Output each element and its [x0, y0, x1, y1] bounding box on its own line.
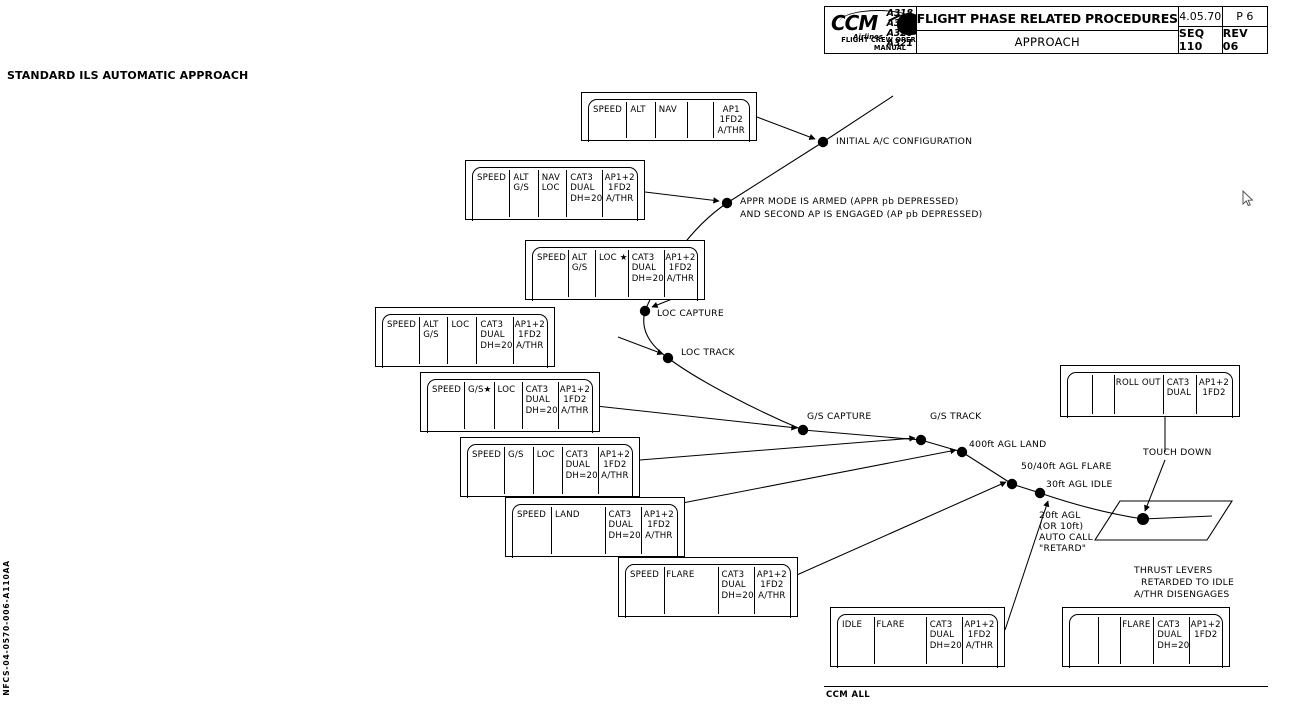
- annotation-flare-altitude: 50/40ft AGL FLARE: [1021, 461, 1112, 472]
- fma-box-gs-capture: SPEED G/S★ LOC CAT3 DUAL DH=20 AP1+2 1FD…: [420, 372, 600, 433]
- header-seq: SEQ 110: [1178, 27, 1205, 53]
- header-title-block: FLIGHT PHASE RELATED PROCEDURES APPROACH: [916, 7, 1178, 53]
- header-page-column: P 6 REV 06: [1221, 7, 1268, 53]
- fma-box-touchdown-flare: FLARE CAT3 DUAL DH=20 AP1+2 1FD2: [1062, 607, 1230, 668]
- header-subtitle: APPROACH: [1014, 35, 1080, 49]
- annotation-appr-armed-line2: AND SECOND AP IS ENGAGED (AP pb DEPRESSE…: [740, 209, 983, 220]
- fma-box-idle-flare: IDLE FLARE CAT3 DUAL DH=20 AP1+2 1FD2 A/…: [830, 607, 1005, 668]
- header-title: FLIGHT PHASE RELATED PROCEDURES: [916, 7, 1178, 31]
- annotation-retard-line1: 20ft AGL: [1039, 510, 1081, 521]
- logo-manual-text: FLIGHT CREW OPERATING MANUAL: [841, 36, 916, 52]
- mouse-cursor-icon: [1242, 190, 1254, 207]
- annotation-gs-track: G/S TRACK: [930, 411, 982, 422]
- footer-label: CCM ALL: [826, 690, 871, 700]
- annotation-thrust-line3: A/THR DISENGAGES: [1134, 589, 1230, 600]
- logo-brand-text: CCM: [831, 11, 878, 35]
- annotation-gs-capture: G/S CAPTURE: [807, 411, 872, 422]
- annotation-retard-line3: AUTO CALL: [1039, 532, 1093, 543]
- annotation-appr-armed-line1: APPR MODE IS ARMED (APPR pb DEPRESSED): [740, 196, 959, 207]
- header-ref: 4.05.70: [1178, 7, 1222, 27]
- annotation-thrust-line1: THRUST LEVERS: [1134, 565, 1213, 576]
- document-side-code: NFCS-04-0570-006-A110AA: [2, 560, 11, 696]
- document-header: CCM Airlines A318 A319 A320 A321 FLIGHT …: [824, 6, 1268, 54]
- fma-box-appr-armed: SPEED ALT G/S NAV LOC CAT3 DUAL DH=20 AP…: [465, 160, 645, 221]
- fma-box-loc-track: SPEED ALT G/S LOC CAT3 DUAL DH=20 AP1+2 …: [375, 307, 555, 368]
- fma-box-gs-track: SPEED G/S LOC CAT3 DUAL DH=20 AP1+2 1FD2…: [460, 437, 640, 498]
- annotation-retard-line2: (OR 10ft): [1039, 521, 1084, 532]
- fma-box-roll-out: ROLL OUT CAT3 DUAL AP1+2 1FD2: [1060, 365, 1240, 418]
- header-ref-column: 4.05.70 SEQ 110: [1177, 7, 1222, 53]
- annotation-400ft-land: 400ft AGL LAND: [969, 439, 1047, 450]
- page-title: STANDARD ILS AUTOMATIC APPROACH: [7, 69, 249, 82]
- annotation-loc-capture: LOC CAPTURE: [657, 308, 724, 319]
- annotation-loc-track: LOC TRACK: [681, 347, 735, 358]
- header-rev: REV 06: [1222, 27, 1248, 53]
- annotation-idle-altitude: 30ft AGL IDLE: [1046, 479, 1113, 490]
- annotation-retard-line4: "RETARD": [1039, 543, 1087, 554]
- fma-box-initial: SPEED ALT NAV AP1 1FD2 A/THR: [581, 92, 757, 142]
- fma-box-land: SPEED LAND CAT3 DUAL DH=20 AP1+2 1FD2 A/…: [505, 497, 685, 558]
- header-page: P 6: [1222, 7, 1268, 27]
- annotation-thrust-line2: RETARDED TO IDLE: [1141, 577, 1235, 588]
- fma-box-loc-capture: SPEED ALT G/S LOC ★ CAT3 DUAL DH=20 AP1+…: [525, 240, 705, 301]
- annotation-touch-down: TOUCH DOWN: [1143, 447, 1212, 458]
- ccm-logo: CCM Airlines A318 A319 A320 A321 FLIGHT …: [825, 7, 917, 53]
- annotation-initial-config: INITIAL A/C CONFIGURATION: [836, 136, 973, 147]
- footer-divider: [824, 686, 1268, 687]
- fma-box-flare: SPEED FLARE CAT3 DUAL DH=20 AP1+2 1FD2 A…: [618, 557, 798, 618]
